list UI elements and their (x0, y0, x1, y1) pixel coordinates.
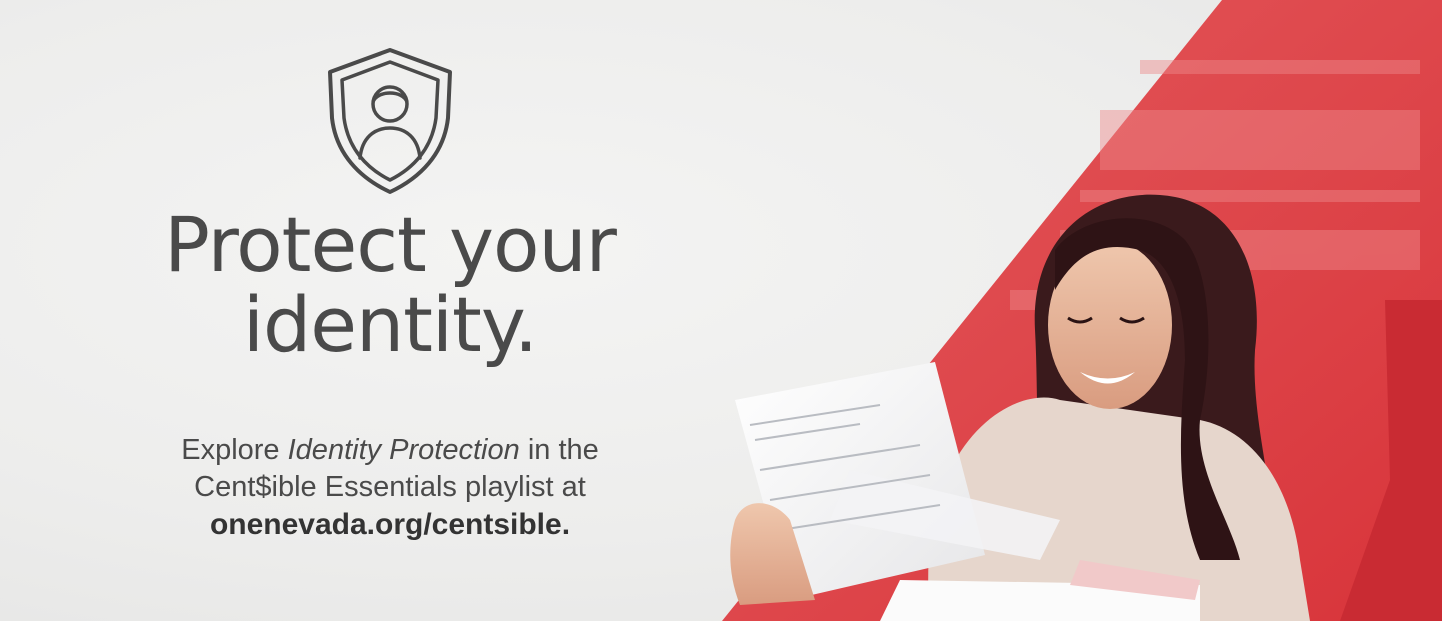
website-url[interactable]: onenevada.org/centsible. (210, 508, 570, 541)
call-to-action-text: Explore Identity Protection in the Cent$… (110, 432, 670, 544)
body-line-2: Cent$ible Essentials playlist at (194, 471, 586, 503)
headline-line-2: identity. (242, 280, 538, 369)
body-prefix: Explore (181, 434, 288, 466)
headline: Protect your identity. (110, 205, 670, 365)
body-emphasis: Identity Protection (287, 434, 520, 466)
shield-person-icon (328, 48, 452, 194)
headline-line-1: Protect your (164, 200, 617, 289)
promo-banner: Protect your identity. Explore Identity … (0, 0, 1442, 621)
body-suffix: in the (519, 434, 599, 466)
